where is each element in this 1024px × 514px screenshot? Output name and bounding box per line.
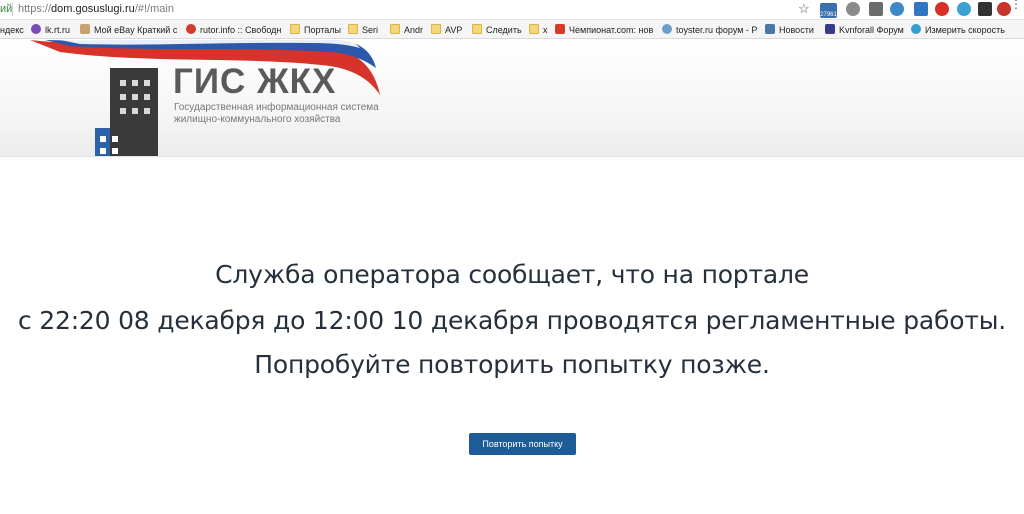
- extension-printer-icon[interactable]: [869, 2, 883, 16]
- bookmark-star-icon[interactable]: ☆: [798, 1, 810, 17]
- bookmarks-bar: ндекс lk.rt.ru Мой eBay Краткий с rutor.…: [0, 20, 1024, 39]
- bookmark-label: AVP: [445, 25, 463, 35]
- maintenance-message-line3: Попробуйте повторить попытку позже.: [254, 350, 770, 379]
- bookmark-label: Seri: [362, 25, 379, 35]
- bookmark-label: Измерить скорость: [925, 25, 1005, 35]
- bookmark-item[interactable]: Измерить скорость: [911, 24, 1005, 36]
- bookmark-item[interactable]: Новости: [765, 24, 814, 36]
- folder-icon: [290, 24, 300, 34]
- extension-s-icon[interactable]: [957, 2, 971, 16]
- folder-icon: [529, 24, 539, 34]
- maintenance-message-line2: с 22:20 08 декабря до 12:00 10 декабря п…: [18, 306, 1006, 335]
- browser-menu-icon[interactable]: ⋮: [1010, 0, 1022, 10]
- championat-icon: [555, 24, 565, 34]
- extension-arrow-icon[interactable]: [978, 2, 992, 16]
- bookmark-item[interactable]: Kvnforall Форум: [825, 24, 904, 36]
- bookmark-label: Мой eBay Краткий с: [94, 25, 178, 35]
- logo-subtitle-line2: жилищно-коммунального хозяйства: [174, 114, 341, 125]
- toyster-icon: [662, 24, 672, 34]
- speedtest-icon: [911, 24, 921, 34]
- logo-subtitle-line1: Государственная информационная система: [174, 102, 379, 113]
- maintenance-message-line1: Служба оператора сообщает, что на портал…: [215, 260, 809, 289]
- bookmark-folder[interactable]: Andr: [390, 24, 423, 36]
- logo-title: ГИС ЖКХ: [173, 62, 337, 101]
- bookmark-folder[interactable]: AVP: [431, 24, 462, 36]
- folder-icon: [390, 24, 400, 34]
- bookmark-label: Следить: [486, 25, 522, 35]
- bookmark-item[interactable]: Мой eBay Краткий с: [80, 24, 177, 36]
- bookmark-label: lk.rt.ru: [45, 25, 71, 35]
- extension-cloud-icon[interactable]: [846, 2, 860, 16]
- bookmark-item[interactable]: ндекс: [0, 24, 24, 36]
- bookmark-label: Kvnforall Форум: [839, 25, 904, 35]
- logo-subtitle: Государственная информационная система ж…: [174, 102, 414, 126]
- url-field[interactable]: https://dom.gosuslugi.ru/#!/main: [18, 3, 174, 15]
- bookmark-label: Andr: [404, 25, 424, 35]
- bookmark-label: toyster.ru форум - Р: [676, 25, 758, 35]
- retry-button[interactable]: Повторить попытку: [469, 433, 576, 455]
- bookmark-item[interactable]: rutor.info :: Свободн: [186, 24, 281, 36]
- extension-calendar-icon[interactable]: [914, 2, 928, 16]
- address-bar: ий https://dom.gosuslugi.ru/#!/main ☆ 27…: [0, 0, 1024, 20]
- bookmark-item[interactable]: lk.rt.ru: [31, 24, 70, 36]
- bookmark-label: x: [543, 25, 548, 35]
- folder-icon: [348, 24, 358, 34]
- rt-icon: [31, 24, 41, 34]
- folder-icon: [431, 24, 441, 34]
- bookmark-label: ндекс: [0, 25, 24, 35]
- bookmark-label: rutor.info :: Свободн: [200, 25, 282, 35]
- kvn-icon: [825, 24, 835, 34]
- url-scheme: https://: [18, 3, 52, 15]
- url-host: dom.gosuslugi.ru: [51, 3, 135, 15]
- rutor-icon: [186, 24, 196, 34]
- addr-left-label: ий: [0, 3, 13, 15]
- folder-icon: [472, 24, 482, 34]
- bookmark-item[interactable]: toyster.ru форум - Р: [662, 24, 757, 36]
- extension-globe-icon[interactable]: [890, 2, 904, 16]
- bookmark-folder[interactable]: Seri: [348, 24, 378, 36]
- bookmark-label: Новости: [779, 25, 814, 35]
- ebay-icon: [80, 24, 90, 34]
- adblock-icon[interactable]: [997, 2, 1011, 16]
- bookmark-item[interactable]: Чемпионат.com: нов: [555, 24, 653, 36]
- extension-counter-icon[interactable]: 27961: [820, 3, 837, 18]
- bookmark-label: Чемпионат.com: нов: [569, 25, 654, 35]
- bookmark-folder[interactable]: Следить: [472, 24, 522, 36]
- site-header: ГИС ЖКХ Государственная информационная с…: [0, 40, 1024, 157]
- vk-icon: [765, 24, 775, 34]
- addr-separator: [12, 2, 13, 16]
- bookmark-folder[interactable]: Порталы: [290, 24, 341, 36]
- opera-icon[interactable]: [935, 2, 949, 16]
- buildings-icon: [95, 68, 158, 156]
- bookmark-folder[interactable]: x: [529, 24, 548, 36]
- bookmark-label: Порталы: [304, 25, 342, 35]
- url-path: /#!/main: [134, 3, 174, 15]
